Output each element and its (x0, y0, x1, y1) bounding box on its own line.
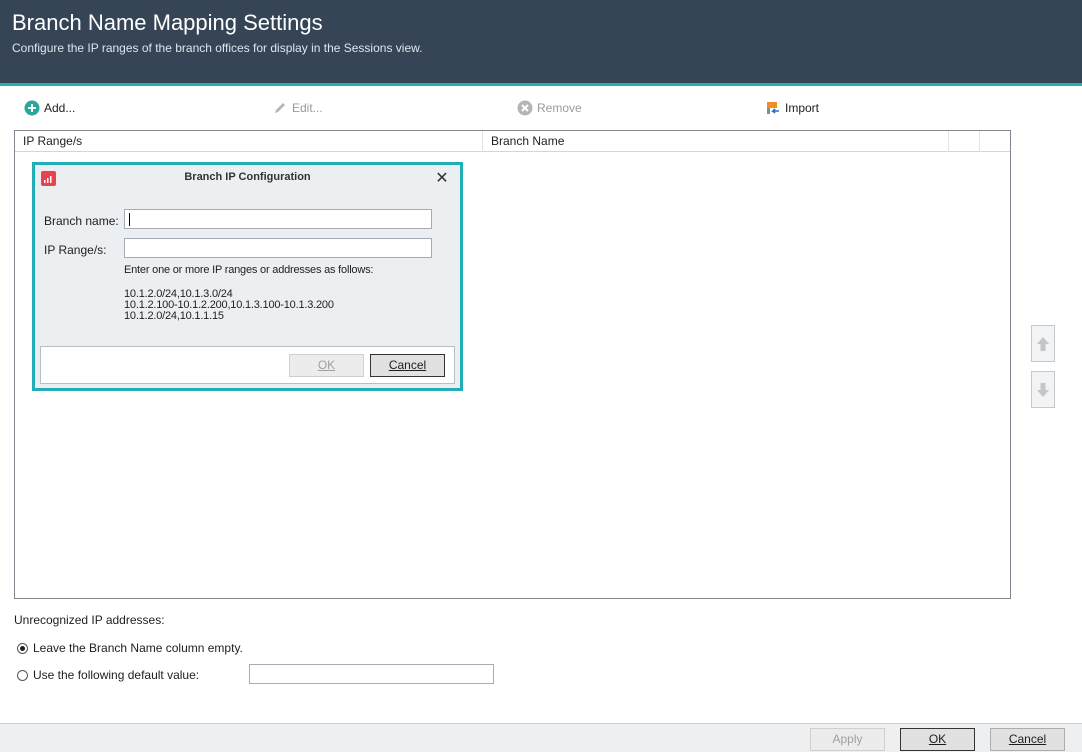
ok-button[interactable]: OK (900, 728, 975, 751)
import-button-label: Import (785, 101, 820, 115)
radio-leave-empty[interactable]: Leave the Branch Name column empty. (17, 641, 243, 655)
radio-use-default-label: Use the following default value: (33, 668, 200, 682)
close-icon[interactable]: ✕ (434, 171, 450, 187)
import-button[interactable]: Import (765, 99, 819, 117)
column-header-spacer (949, 131, 980, 152)
ip-example-3: 10.1.2.0/24,10.1.1.15 (124, 310, 224, 322)
ip-ranges-label: IP Range/s: (44, 243, 107, 257)
branch-ip-dialog: Branch IP Configuration ✕ Branch name: I… (32, 162, 463, 391)
dialog-button-bar: OK Cancel (40, 346, 455, 384)
radio-unselected-icon (17, 669, 28, 681)
remove-circle-icon (517, 100, 533, 116)
apply-button[interactable]: Apply (810, 728, 885, 751)
page-header: Branch Name Mapping Settings Configure t… (0, 0, 1082, 86)
dialog-cancel-button[interactable]: Cancel (370, 354, 445, 377)
column-header-ip-range[interactable]: IP Range/s (15, 131, 483, 152)
remove-button-label: Remove (537, 101, 582, 115)
pencil-icon (272, 100, 288, 116)
cancel-button[interactable]: Cancel (990, 728, 1065, 751)
ip-example-2: 10.1.2.100-10.1.2.200,10.1.3.100-10.1.3.… (124, 299, 334, 311)
add-circle-icon (24, 100, 40, 116)
edit-button-label: Edit... (292, 101, 323, 115)
move-down-button[interactable] (1031, 371, 1055, 408)
radio-selected-icon (17, 642, 28, 654)
branch-name-label: Branch name: (44, 214, 119, 228)
add-button[interactable]: Add... (24, 99, 75, 117)
footer-bar: Apply OK Cancel (0, 723, 1082, 752)
arrow-up-icon (1037, 336, 1049, 351)
ip-example-1: 10.1.2.0/24,10.1.3.0/24 (124, 288, 233, 300)
remove-button[interactable]: Remove (517, 99, 582, 117)
branch-name-input[interactable] (124, 209, 432, 229)
ip-ranges-hint: Enter one or more IP ranges or addresses… (124, 264, 374, 276)
default-value-input[interactable] (249, 664, 494, 684)
dialog-ok-button[interactable]: OK (289, 354, 364, 377)
import-icon (765, 100, 781, 116)
arrow-down-icon (1037, 382, 1049, 397)
page-title: Branch Name Mapping Settings (12, 10, 323, 35)
edit-button[interactable]: Edit... (272, 99, 323, 117)
page-subtitle: Configure the IP ranges of the branch of… (12, 41, 423, 55)
text-caret (129, 213, 130, 226)
move-up-button[interactable] (1031, 325, 1055, 362)
column-header-branch-name[interactable]: Branch Name (483, 131, 949, 152)
radio-leave-empty-label: Leave the Branch Name column empty. (33, 641, 243, 655)
table-header: IP Range/s Branch Name (15, 131, 1010, 152)
dialog-title: Branch IP Configuration (184, 171, 311, 183)
ip-ranges-input[interactable] (124, 238, 432, 258)
add-button-label: Add... (44, 101, 76, 115)
radio-use-default[interactable]: Use the following default value: (17, 668, 199, 682)
unrecognized-heading: Unrecognized IP addresses: (14, 613, 165, 627)
